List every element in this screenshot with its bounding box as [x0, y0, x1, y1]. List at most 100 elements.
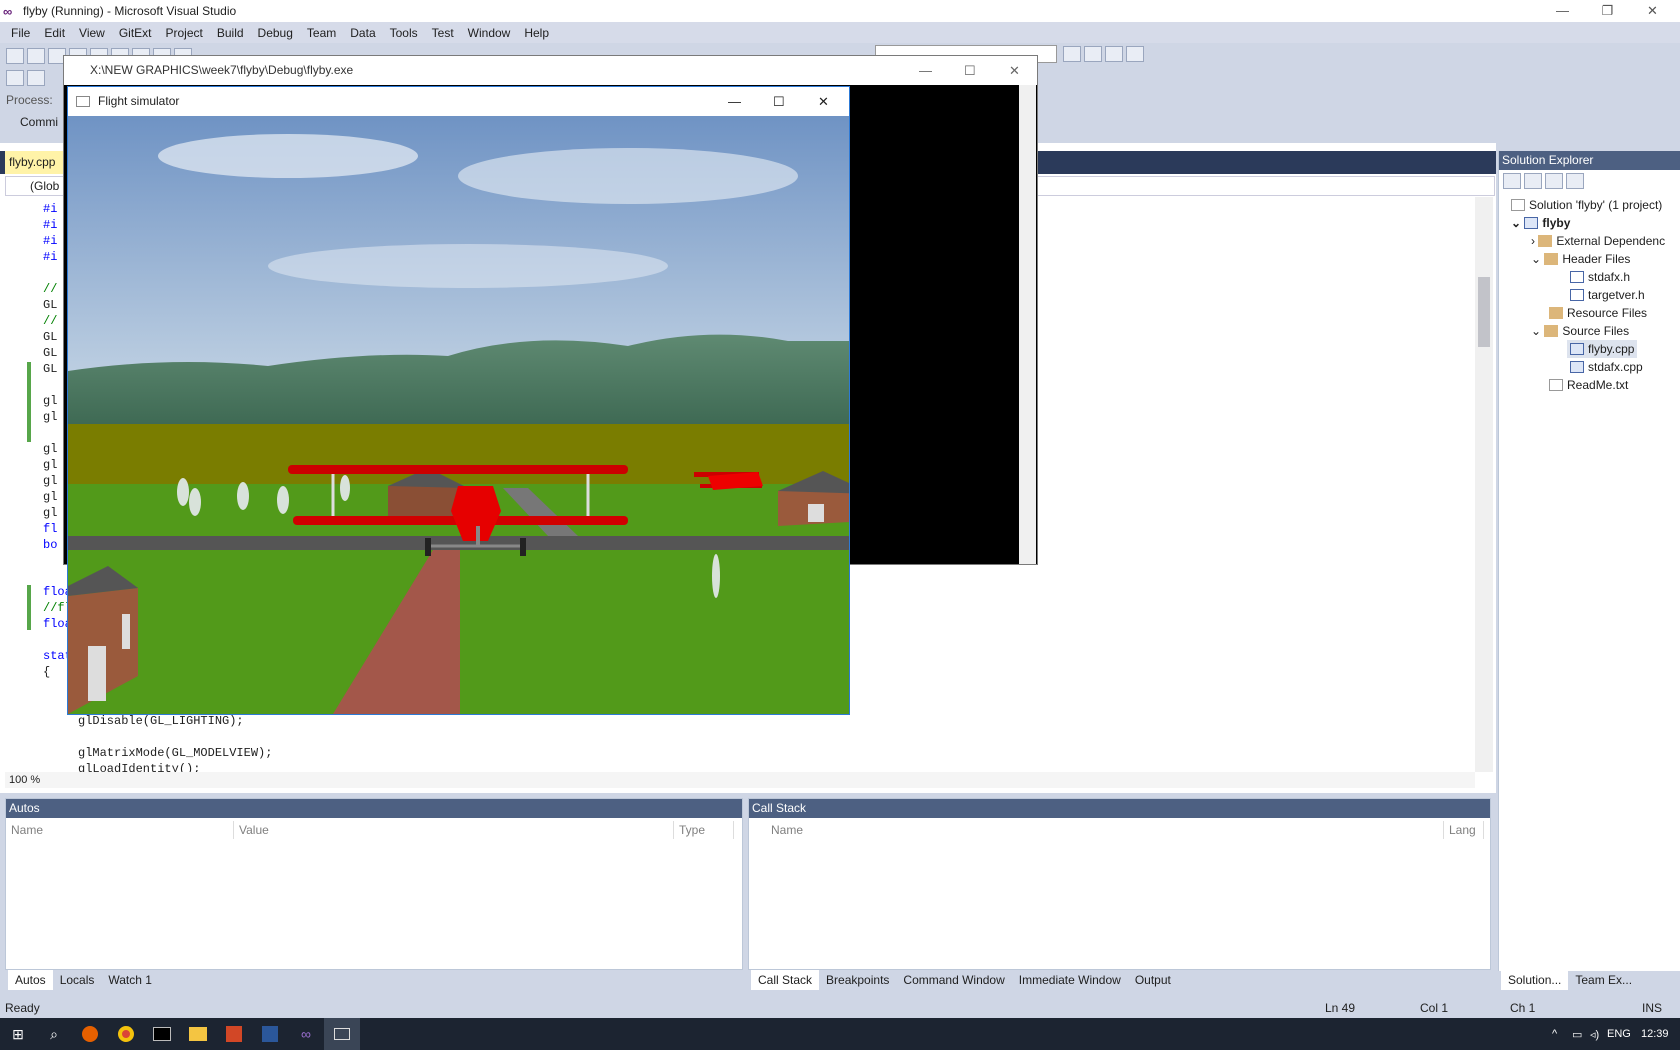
menu-gitext[interactable]: GitExt — [112, 26, 159, 40]
tab-watch-1[interactable]: Watch 1 — [101, 970, 159, 990]
tree-targetver-h[interactable]: targetver.h — [1570, 286, 1645, 304]
search-icon[interactable]: ⌕ — [36, 1018, 72, 1050]
tree-readme[interactable]: ReadMe.txt — [1549, 376, 1628, 394]
tree-source-files[interactable]: ⌄ Source Files — [1531, 322, 1629, 340]
call-stack-panel: Call Stack Name Lang — [748, 798, 1491, 970]
network-icon[interactable]: ▭ — [1572, 1028, 1582, 1041]
sim-maximize-button[interactable]: ☐ — [773, 87, 785, 116]
menu-project[interactable]: Project — [159, 26, 210, 40]
window-title: flyby (Running) - Microsoft Visual Studi… — [23, 4, 237, 18]
document-tab-flyby-cpp[interactable]: flyby.cpp — [5, 151, 63, 174]
format-icon[interactable] — [1084, 46, 1102, 62]
language-indicator[interactable]: ENG — [1607, 1028, 1631, 1040]
menu-file[interactable]: File — [4, 26, 37, 40]
show-all-files-icon[interactable] — [1524, 173, 1542, 189]
chrome-icon[interactable] — [108, 1018, 144, 1050]
menu-build[interactable]: Build — [210, 26, 251, 40]
tree-stdafx-cpp[interactable]: stdafx.cpp — [1570, 358, 1643, 376]
terminal-icon[interactable] — [144, 1018, 180, 1050]
project-icon — [1524, 217, 1539, 229]
menu-window[interactable]: Window — [461, 26, 518, 40]
tab-locals[interactable]: Locals — [53, 970, 102, 990]
code-line: #i — [43, 218, 58, 232]
tab-breakpoints[interactable]: Breakpoints — [819, 970, 896, 990]
file-explorer-icon[interactable] — [180, 1018, 216, 1050]
code-line: // — [43, 314, 58, 328]
zoom-dropdown[interactable]: 100 % — [9, 774, 40, 786]
new-project-icon[interactable] — [6, 48, 24, 64]
column-header-name[interactable]: Name — [6, 821, 234, 839]
refresh-icon[interactable] — [1545, 173, 1563, 189]
tree-solution[interactable]: Solution 'flyby' (1 project) — [1511, 196, 1662, 214]
change-marker — [27, 362, 31, 442]
menu-data[interactable]: Data — [343, 26, 382, 40]
app-window-icon — [76, 96, 90, 107]
start-icon[interactable]: ⊞ — [0, 1018, 36, 1050]
tab-solution-explorer[interactable]: Solution... — [1501, 970, 1569, 990]
tab-team-explorer[interactable]: Team Ex... — [1568, 970, 1639, 990]
console-scrollbar[interactable] — [1019, 85, 1036, 564]
view-class-diagram-icon[interactable] — [1566, 173, 1584, 189]
scroll-thumb[interactable] — [1478, 277, 1490, 347]
code-line: gl — [43, 474, 58, 488]
comment-icon[interactable] — [1126, 46, 1144, 62]
menu-tools[interactable]: Tools — [383, 26, 425, 40]
word-icon[interactable] — [252, 1018, 288, 1050]
sim-close-button[interactable]: ✕ — [818, 87, 829, 116]
menu-edit[interactable]: Edit — [37, 26, 72, 40]
column-header-name[interactable]: Name — [749, 821, 1444, 839]
debug-icon[interactable] — [6, 70, 24, 86]
commit-button[interactable]: Commi — [6, 115, 58, 129]
column-header-lang[interactable]: Lang — [1444, 821, 1484, 839]
editor-vertical-scrollbar[interactable] — [1475, 197, 1493, 772]
menu-team[interactable]: Team — [300, 26, 343, 40]
maximize-button[interactable]: ❐ — [1585, 0, 1630, 22]
open-file-icon[interactable] — [27, 48, 45, 64]
solution-icon — [1511, 199, 1525, 211]
tree-header-files[interactable]: ⌄ Header Files — [1531, 250, 1630, 268]
code-line: #i — [43, 250, 58, 264]
bookmark-icon[interactable] — [1105, 46, 1123, 62]
tab-autos[interactable]: Autos — [8, 970, 53, 990]
properties-icon[interactable] — [1503, 173, 1521, 189]
tree-resource-files[interactable]: Resource Files — [1549, 304, 1647, 322]
console-maximize-button[interactable]: ☐ — [964, 56, 976, 85]
align-icon[interactable] — [1063, 46, 1081, 62]
menu-view[interactable]: View — [72, 26, 112, 40]
sim-title-bar: Flight simulator — ☐ ✕ — [68, 87, 849, 116]
tree-stdafx-h[interactable]: stdafx.h — [1570, 268, 1630, 286]
menu-test[interactable]: Test — [425, 26, 461, 40]
sim-minimize-button[interactable]: — — [728, 87, 741, 116]
tree-external-dependencies[interactable]: › External Dependenc — [1531, 232, 1665, 250]
visual-studio-icon[interactable]: ∞ — [288, 1018, 324, 1050]
flyby-app-icon[interactable] — [324, 1018, 360, 1050]
powerpoint-icon[interactable] — [216, 1018, 252, 1050]
tree-project[interactable]: ⌄ flyby — [1511, 214, 1570, 232]
volume-icon[interactable]: ◃) — [1590, 1028, 1599, 1041]
column-header-value[interactable]: Value — [234, 821, 674, 839]
clock[interactable]: 12:39 — [1641, 1028, 1669, 1040]
visual-studio-logo-icon: ∞ — [3, 3, 13, 19]
flight-simulator-window[interactable]: Flight simulator — ☐ ✕ — [67, 86, 850, 715]
tab-immediate-window[interactable]: Immediate Window — [1012, 970, 1128, 990]
status-ready: Ready — [5, 1001, 40, 1015]
column-header-type[interactable]: Type — [674, 821, 734, 839]
minimize-button[interactable]: — — [1540, 0, 1585, 22]
flight-scene[interactable] — [68, 116, 849, 714]
solution-explorer-title: Solution Explorer — [1502, 153, 1594, 167]
code-line: gl — [43, 442, 58, 456]
tab-output[interactable]: Output — [1128, 970, 1178, 990]
attach-icon[interactable] — [27, 70, 45, 86]
console-close-button[interactable]: ✕ — [1009, 56, 1020, 85]
firefox-icon[interactable] — [72, 1018, 108, 1050]
tab-call-stack[interactable]: Call Stack — [751, 970, 820, 990]
tray-chevron-icon[interactable]: ^ — [1552, 1028, 1557, 1040]
menu-debug[interactable]: Debug — [251, 26, 300, 40]
scope-dropdown[interactable]: (Glob — [30, 179, 59, 193]
close-button[interactable]: ✕ — [1630, 0, 1675, 22]
tree-flyby-cpp[interactable]: flyby.cpp — [1567, 340, 1638, 358]
tab-command-window[interactable]: Command Window — [896, 970, 1011, 990]
console-minimize-button[interactable]: — — [919, 56, 932, 85]
menu-help[interactable]: Help — [517, 26, 556, 40]
folder-icon — [1544, 325, 1559, 337]
